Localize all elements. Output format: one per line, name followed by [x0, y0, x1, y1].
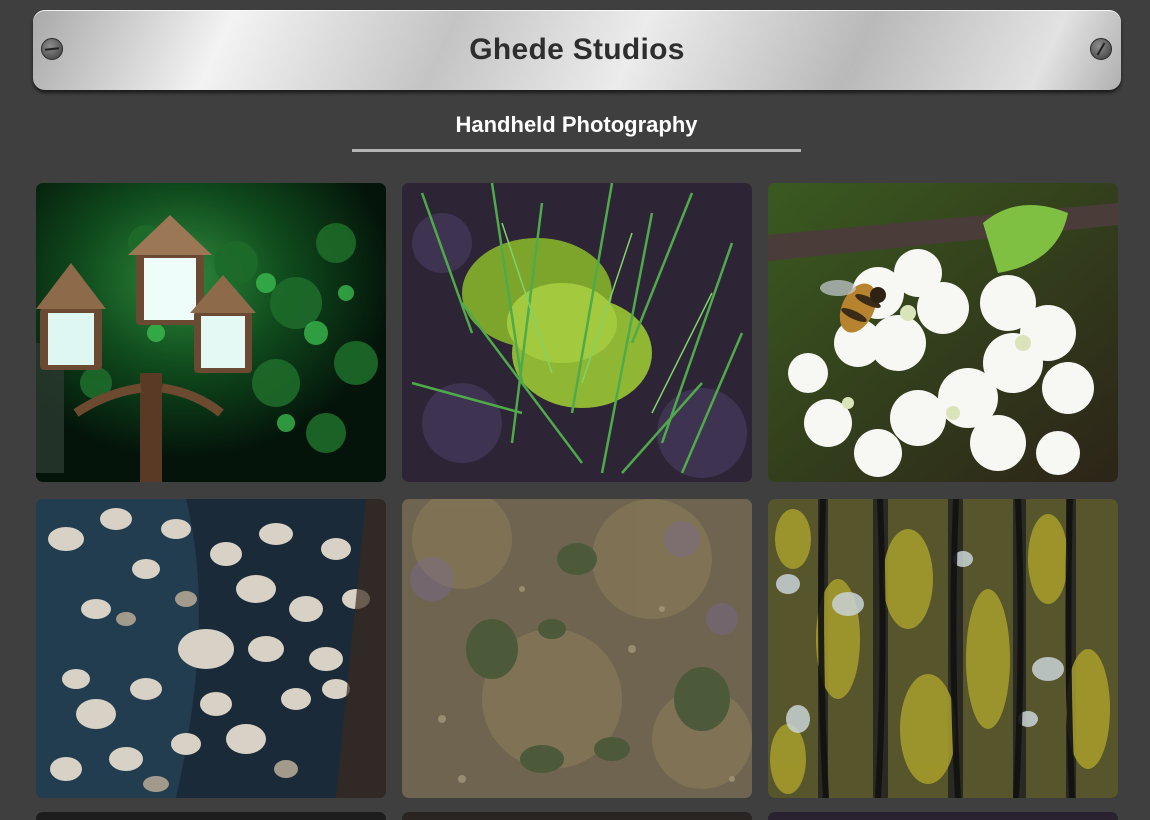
gallery-photo-street-lamp[interactable]	[36, 183, 386, 482]
lichen-bark-photo	[768, 499, 1118, 798]
gallery-photo-moss[interactable]	[402, 183, 752, 482]
gallery-photo-riverbed[interactable]	[402, 499, 752, 798]
gallery-photo-partial[interactable]	[402, 812, 752, 820]
gallery-photo-bee-blossom[interactable]	[768, 183, 1118, 482]
street-lamp-photo	[36, 183, 386, 482]
bee-blossom-photo	[768, 183, 1118, 482]
gallery-photo-stream-rocks[interactable]	[36, 499, 386, 798]
riverbed-photo	[402, 499, 752, 798]
section-title: Handheld Photography	[455, 112, 698, 137]
site-title[interactable]: Ghede Studios	[469, 33, 685, 67]
gallery-photo-partial[interactable]	[36, 812, 386, 820]
screw-icon	[41, 38, 63, 60]
section-divider	[352, 149, 801, 152]
moss-grass-photo	[402, 183, 752, 482]
gallery-photo-lichen-bark[interactable]	[768, 499, 1118, 798]
site-header: Ghede Studios	[33, 10, 1121, 90]
stream-rocks-photo	[36, 499, 386, 798]
photo-gallery	[36, 183, 1118, 798]
screw-icon	[1090, 38, 1112, 60]
gallery-photo-partial[interactable]	[768, 812, 1118, 820]
